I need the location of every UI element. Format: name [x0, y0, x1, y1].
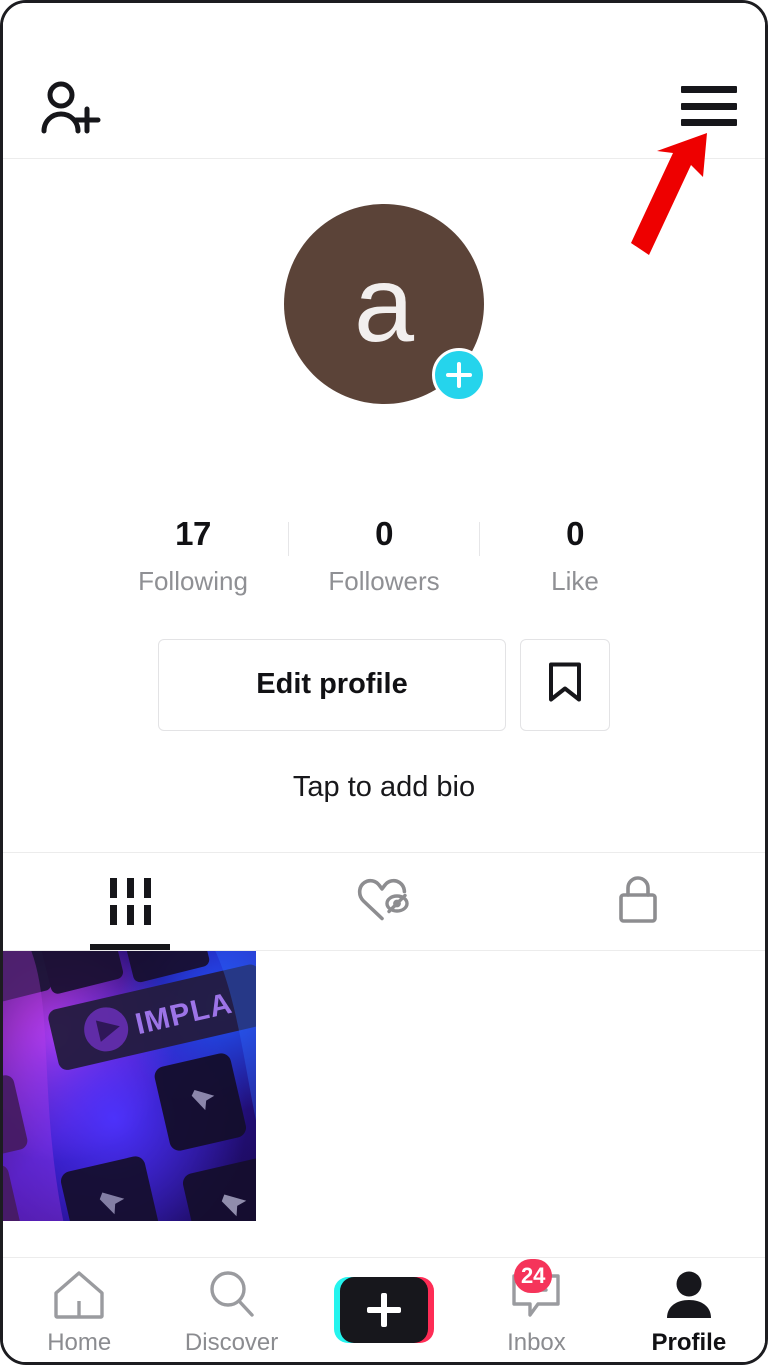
nav-label: Home [47, 1329, 112, 1356]
profile-stats: 17 Following 0 Followers 0 Like [3, 514, 765, 597]
stat-label: Following [138, 565, 248, 596]
tab-videos[interactable] [3, 853, 257, 950]
stat-following[interactable]: 17 Following [98, 514, 288, 597]
tab-active-underline [90, 943, 170, 950]
bio-placeholder[interactable]: Tap to add bio [293, 771, 475, 804]
edit-profile-button[interactable]: Edit profile [158, 638, 506, 731]
hamburger-bar-2 [681, 102, 737, 110]
hamburger-menu-icon[interactable] [681, 83, 737, 129]
inbox-badge: 24 [513, 1259, 553, 1293]
bookmark-button[interactable] [520, 638, 610, 731]
lock-icon [614, 871, 662, 932]
top-bar [3, 3, 765, 159]
stat-value: 17 [175, 515, 211, 552]
create-plus-vertical [381, 1293, 388, 1327]
stat-followers[interactable]: 0 Followers [289, 514, 479, 597]
hamburger-bar-1 [681, 86, 737, 93]
profile-section: a 17 Following 0 Followers 0 Like Edit p… [3, 159, 765, 1257]
tab-liked[interactable] [257, 853, 511, 950]
video-thumbnail[interactable]: IMPLA [3, 950, 256, 1221]
stat-label: Followers [328, 565, 440, 596]
stat-label: Like [551, 565, 599, 596]
phone-device-frame: a 17 Following 0 Followers 0 Like Edit p… [0, 0, 768, 1365]
stat-likes[interactable]: 0 Like [480, 514, 670, 597]
nav-item-inbox[interactable]: 24 Inbox [460, 1259, 612, 1356]
bookmark-icon [547, 660, 583, 709]
bottom-navigation: Home Discover 24 Inbox Profile [3, 1257, 765, 1362]
home-icon [47, 1265, 111, 1325]
video-grid: IMPLA [3, 950, 765, 1257]
nav-label: Inbox [507, 1329, 566, 1356]
nav-item-discover[interactable]: Discover [155, 1265, 307, 1355]
message-icon: 24 [504, 1259, 568, 1325]
grid-icon [109, 877, 151, 925]
stat-value: 0 [375, 515, 393, 552]
nav-item-profile[interactable]: Profile [613, 1265, 765, 1355]
app-screen: a 17 Following 0 Followers 0 Like Edit p… [3, 3, 765, 1362]
person-icon [657, 1265, 721, 1325]
nav-label: Profile [651, 1329, 727, 1356]
profile-tabs [3, 851, 765, 951]
nav-label: Discover [184, 1329, 279, 1356]
nav-item-create[interactable] [308, 1277, 460, 1343]
avatar-add-plus-icon[interactable] [432, 348, 486, 402]
person-plus-icon[interactable] [39, 81, 103, 137]
tab-private[interactable] [511, 853, 765, 950]
profile-actions: Edit profile [158, 638, 610, 731]
heart-slash-icon [355, 873, 413, 930]
stat-value: 0 [566, 515, 584, 552]
create-plus-icon[interactable] [334, 1277, 435, 1343]
nav-item-home[interactable]: Home [3, 1265, 155, 1355]
hamburger-bar-3 [681, 119, 737, 126]
search-icon [200, 1265, 264, 1325]
avatar[interactable]: a [284, 204, 486, 404]
